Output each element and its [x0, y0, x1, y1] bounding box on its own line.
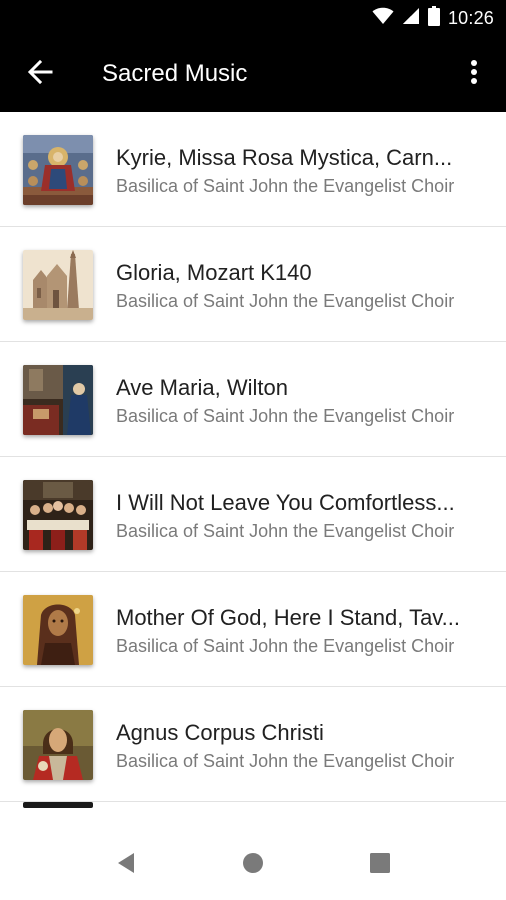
- status-bar: 10:26: [0, 0, 506, 36]
- last-supper-artwork: [23, 480, 93, 550]
- track-row[interactable]: Mother Of God, Here I Stand, Tav... Basi…: [0, 572, 506, 687]
- more-vert-icon: [470, 59, 478, 90]
- madonna-enthroned-artwork: [23, 135, 93, 205]
- track-row[interactable]: Ave Maria, Wilton Basilica of Saint John…: [0, 342, 506, 457]
- track-row[interactable]: Gloria, Mozart K140 Basilica of Saint Jo…: [0, 227, 506, 342]
- annunciation-artwork: [23, 365, 93, 435]
- status-time: 10:26: [447, 7, 494, 28]
- track-title: Kyrie, Missa Rosa Mystica, Carn...: [116, 145, 453, 170]
- back-button[interactable]: [18, 52, 62, 96]
- arrow-back-icon: [27, 59, 53, 90]
- overflow-menu-button[interactable]: [454, 52, 494, 96]
- track-row[interactable]: Agnus Corpus Christi Basilica of Saint J…: [0, 687, 506, 802]
- page-title: Sacred Music: [102, 60, 248, 87]
- track-title: Mother Of God, Here I Stand, Tav...: [116, 605, 461, 630]
- track-list: Kyrie, Missa Rosa Mystica, Carn... Basil…: [0, 112, 506, 828]
- track-artist: Basilica of Saint John the Evangelist Ch…: [116, 291, 455, 311]
- track-row[interactable]: I Will Not Leave You Comfortless... Basi…: [0, 457, 506, 572]
- track-title: Agnus Corpus Christi: [116, 720, 324, 745]
- track-row-partial[interactable]: [0, 802, 506, 828]
- track-artist: Basilica of Saint John the Evangelist Ch…: [116, 751, 455, 771]
- home-circle-icon: [242, 852, 264, 879]
- track-title: Gloria, Mozart K140: [116, 260, 312, 285]
- christ-portrait-artwork: [23, 710, 93, 780]
- nav-back-button[interactable]: [102, 848, 150, 882]
- track-artist: Basilica of Saint John the Evangelist Ch…: [116, 636, 455, 656]
- madonna-icon-artwork: [23, 595, 93, 665]
- partial-artwork: [23, 802, 93, 808]
- app-bar: Sacred Music: [0, 36, 506, 112]
- nav-recents-button[interactable]: [356, 848, 404, 882]
- battery-icon: [427, 5, 440, 31]
- back-triangle-icon: [116, 852, 136, 879]
- signal-icon: [402, 7, 420, 30]
- track-title: I Will Not Leave You Comfortless...: [116, 490, 455, 515]
- wifi-icon: [372, 7, 394, 30]
- track-artist: Basilica of Saint John the Evangelist Ch…: [116, 176, 455, 196]
- status-icons: 10:26: [372, 5, 494, 31]
- nav-home-button[interactable]: [229, 848, 277, 882]
- recents-square-icon: [369, 852, 391, 879]
- track-artist: Basilica of Saint John the Evangelist Ch…: [116, 406, 455, 426]
- cathedral-artwork: [23, 250, 93, 320]
- track-row[interactable]: Kyrie, Missa Rosa Mystica, Carn... Basil…: [0, 112, 506, 227]
- track-title: Ave Maria, Wilton: [116, 375, 288, 400]
- system-nav-bar: [0, 828, 506, 900]
- track-artist: Basilica of Saint John the Evangelist Ch…: [116, 521, 455, 541]
